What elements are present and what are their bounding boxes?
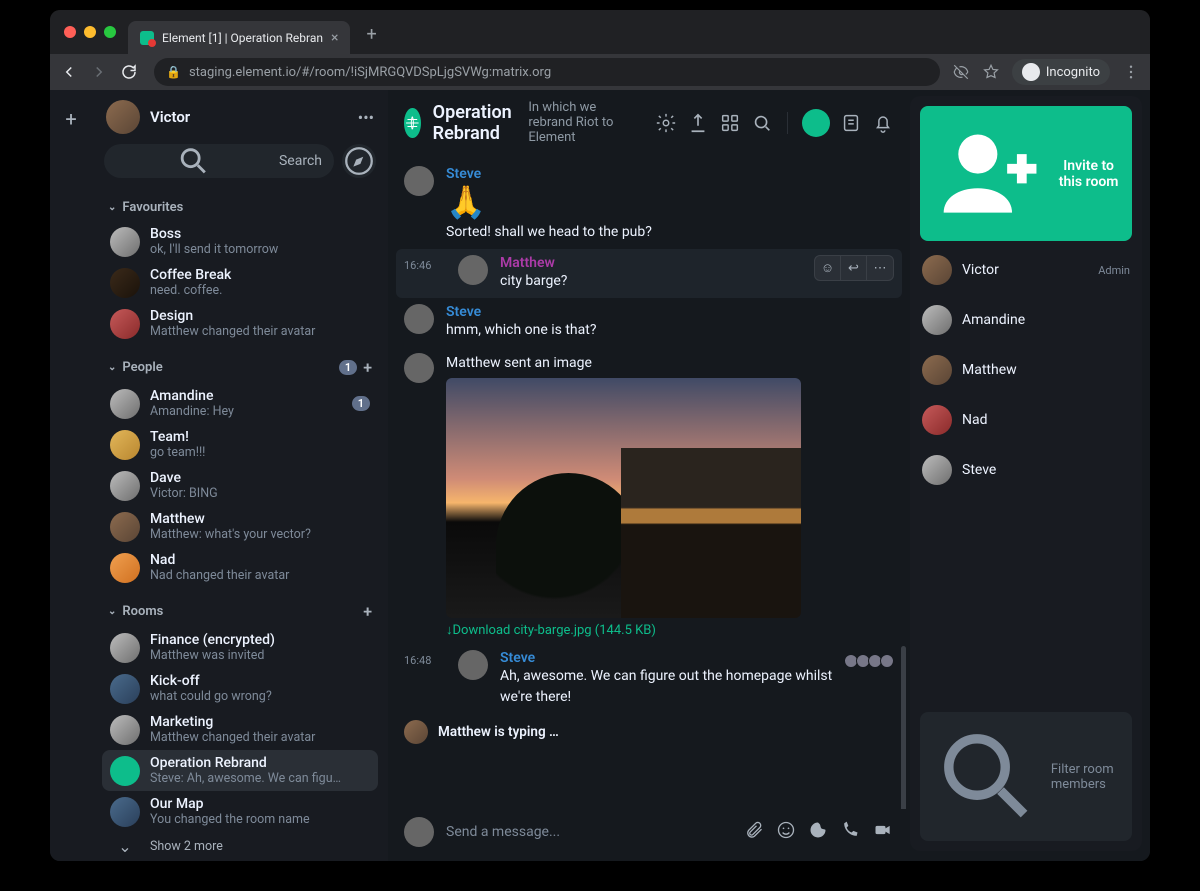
video-call-icon[interactable] (872, 820, 894, 844)
room-dave[interactable]: DaveVictor: BING (102, 465, 378, 506)
incognito-icon (1022, 63, 1040, 81)
reload-button[interactable] (120, 63, 138, 81)
options-button[interactable]: ⋯ (867, 256, 893, 280)
room-amandine[interactable]: AmandineAmandine: Hey1 (102, 383, 378, 424)
star-icon[interactable] (982, 63, 1000, 81)
browser-menu-icon[interactable] (1122, 63, 1140, 81)
files-icon[interactable] (840, 112, 862, 134)
space-rail: + (50, 90, 92, 861)
add-space-button[interactable]: + (56, 104, 86, 134)
user-avatar[interactable] (106, 100, 140, 134)
room-our-map[interactable]: Our MapYou changed the room name (102, 791, 378, 832)
url-text: staging.element.io/#/room/!iSjMRGQVDSpLj… (189, 65, 551, 80)
tab-title: Element [1] | Operation Rebran (162, 31, 323, 45)
section-people[interactable]: ⌄People1+ (102, 352, 378, 383)
address-bar: 🔒 staging.element.io/#/room/!iSjMRGQVDSp… (50, 54, 1150, 90)
message[interactable]: Stevehmm, which one is that? (404, 298, 894, 347)
members-icon[interactable] (802, 109, 830, 137)
reply-button[interactable]: ↩ (841, 256, 867, 280)
room-nad[interactable]: NadNad changed their avatar (102, 547, 378, 588)
upload-icon[interactable] (687, 112, 709, 134)
room-title[interactable]: Operation Rebrand (433, 102, 517, 144)
room-list-sidebar: Victor ••• Search ⌄Favourites Bossok, I'… (92, 90, 388, 861)
room-coffee-break[interactable]: Coffee Breakneed. coffee. (102, 262, 378, 303)
voice-call-icon[interactable] (840, 820, 860, 844)
new-tab-button[interactable]: + (366, 24, 376, 45)
explore-button[interactable] (342, 144, 376, 178)
user-menu-icon[interactable]: ••• (358, 108, 374, 127)
image-attachment[interactable] (446, 378, 801, 618)
forward-button[interactable] (90, 63, 108, 81)
room-marketing[interactable]: MarketingMatthew changed their avatar (102, 709, 378, 750)
search-placeholder: Search (279, 153, 322, 169)
room-avatar[interactable] (404, 108, 421, 138)
settings-icon[interactable] (655, 112, 677, 134)
message-action-bar: ☺ ↩ ⋯ (814, 255, 894, 281)
member-amandine[interactable]: Amandine (920, 299, 1132, 341)
close-tab-icon[interactable]: × (331, 30, 338, 46)
favicon-icon (140, 31, 154, 45)
incognito-badge: Incognito (1012, 59, 1110, 85)
composer-avatar (404, 817, 434, 847)
room-main: Operation Rebrand In which we rebrand Ri… (388, 90, 910, 861)
invite-button[interactable]: Invite to this room (920, 106, 1132, 241)
user-name[interactable]: Victor (150, 108, 348, 126)
add-people-button[interactable]: + (363, 358, 372, 377)
section-rooms[interactable]: ⌄Rooms+ (102, 596, 378, 627)
composer (388, 809, 910, 861)
search-input[interactable]: Search (104, 144, 334, 178)
member-matthew[interactable]: Matthew (920, 349, 1132, 391)
message[interactable]: 16:48 SteveAh, awesome. We can figure ou… (404, 644, 894, 714)
room-topic: In which we rebrand Riot to Element (528, 100, 643, 145)
typing-indicator: Matthew is typing … (404, 714, 894, 748)
read-receipts (844, 654, 894, 668)
attach-icon[interactable] (744, 820, 764, 844)
lock-icon: 🔒 (166, 65, 181, 79)
eye-off-icon[interactable] (952, 63, 970, 81)
member-panel: Invite to this room VictorAdmin Amandine… (910, 96, 1142, 851)
url-field[interactable]: 🔒 staging.element.io/#/room/!iSjMRGQVDSp… (154, 58, 940, 86)
incognito-label: Incognito (1046, 65, 1100, 80)
message-input[interactable] (446, 824, 732, 840)
notifications-icon[interactable] (872, 112, 894, 134)
people-count-badge: 1 (339, 360, 357, 375)
react-button[interactable]: ☺ (815, 256, 841, 280)
room-matthew[interactable]: MatthewMatthew: what's your vector? (102, 506, 378, 547)
room-kickoff[interactable]: Kick-offwhat could go wrong? (102, 668, 378, 709)
search-room-icon[interactable] (751, 112, 773, 134)
emoji-icon[interactable] (776, 820, 796, 844)
room-finance[interactable]: Finance (encrypted)Matthew was invited (102, 627, 378, 668)
search-icon (116, 144, 271, 178)
apps-icon[interactable] (719, 112, 741, 134)
room-team[interactable]: Team!go team!!! (102, 424, 378, 465)
scrollbar[interactable] (901, 646, 906, 809)
message[interactable]: Steve🙏Sorted! shall we head to the pub? (404, 160, 894, 249)
show-more-rooms[interactable]: ⌄Show 2 more (102, 832, 378, 861)
tab-bar: Element [1] | Operation Rebran × + (50, 10, 1150, 54)
browser-tab[interactable]: Element [1] | Operation Rebran × (128, 21, 350, 54)
back-button[interactable] (60, 63, 78, 81)
message-image[interactable]: Matthew sent an image↓Download city-barg… (404, 347, 894, 644)
room-design[interactable]: DesignMatthew changed their avatar (102, 303, 378, 344)
member-steve[interactable]: Steve (920, 449, 1132, 491)
member-nad[interactable]: Nad (920, 399, 1132, 441)
filter-members-input[interactable]: Filter room members (920, 712, 1132, 841)
member-victor[interactable]: VictorAdmin (920, 249, 1132, 291)
room-boss[interactable]: Bossok, I'll send it tomorrow (102, 221, 378, 262)
section-favourites[interactable]: ⌄Favourites (102, 194, 378, 221)
add-room-button[interactable]: + (363, 602, 372, 621)
message[interactable]: ☺ ↩ ⋯ 16:46 Matthewcity barge? (396, 249, 902, 298)
room-operation-rebrand[interactable]: Operation RebrandSteve: Ah, awesome. We … (102, 750, 378, 791)
sticker-icon[interactable] (808, 820, 828, 844)
download-link[interactable]: ↓Download city-barge.jpg (144.5 KB) (446, 622, 656, 638)
